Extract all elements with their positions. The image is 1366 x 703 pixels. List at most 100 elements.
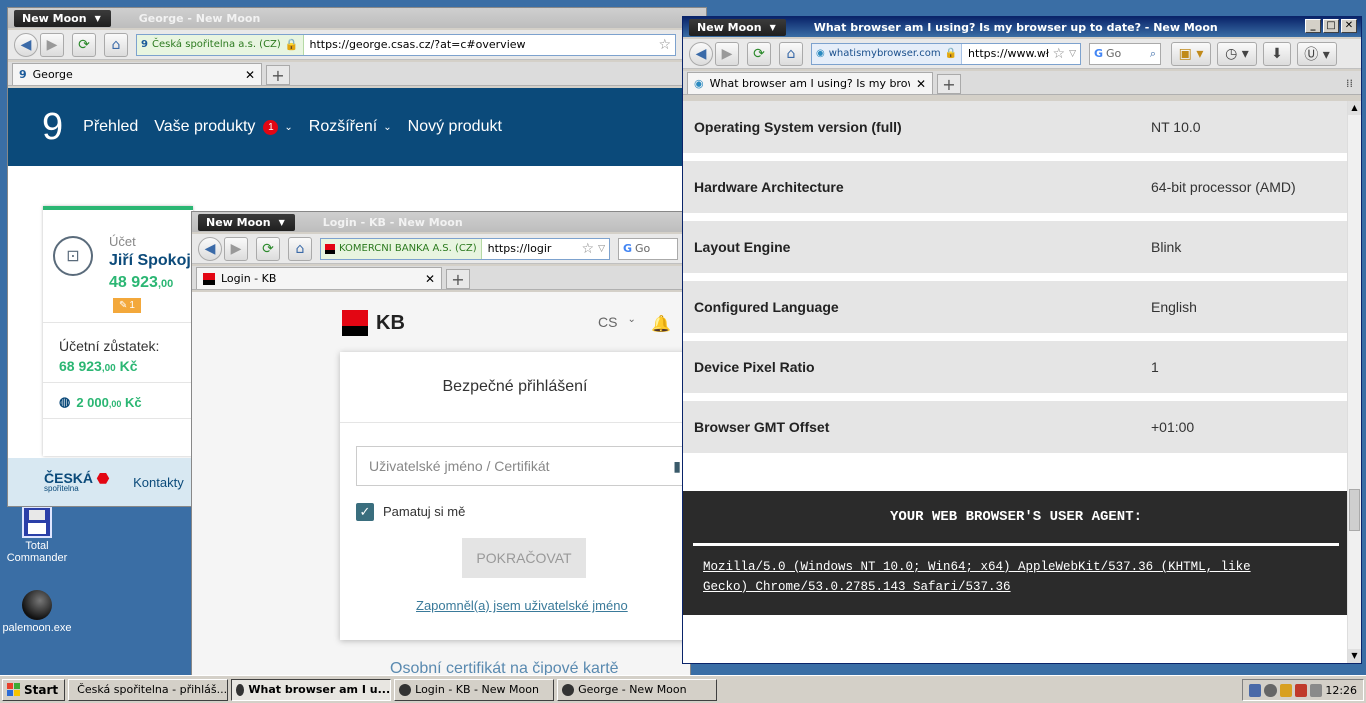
certificate-file-icon[interactable]: ▮	[673, 458, 681, 475]
app-menu-button[interactable]: New Moon ▼	[14, 9, 111, 27]
windows-logo-icon	[7, 683, 20, 696]
close-tab-icon[interactable]: ✕	[425, 272, 435, 286]
system-tray: 12:26	[1242, 679, 1364, 701]
taskbar-item-what-browser[interactable]: What browser am I u...	[231, 678, 392, 701]
chevron-down-icon: ⌄	[627, 314, 636, 325]
desktop-icon-total-commander[interactable]: Total Commander	[0, 506, 77, 564]
forward-button[interactable]: ▶	[40, 32, 64, 57]
user-agent-string[interactable]: Mozilla/5.0 (Windows NT 10.0; Win64; x64…	[703, 557, 1329, 597]
start-button[interactable]: Start	[2, 678, 66, 701]
language-selector[interactable]: CS ⌄	[598, 314, 636, 330]
reload-button[interactable]: ⟳	[72, 32, 96, 57]
certificate-text[interactable]: Osobní certifikát na čipové kartě	[390, 660, 619, 675]
wmb-titlebar[interactable]: New Moon ▼ What browser am I using? Is my…	[683, 17, 1361, 37]
kb-page: KB CS ⌄ 🔔 Bezpečné přihlášení Uživatelsk…	[192, 292, 690, 675]
tab-list-icon[interactable]: ⁞⁞	[1346, 77, 1353, 90]
kb-titlebar[interactable]: New Moon ▼ Login - KB - New Moon	[192, 212, 690, 232]
volume-icon[interactable]	[1310, 683, 1323, 697]
savings-amount[interactable]: ◍ 2 000,00 Kč	[59, 394, 142, 410]
back-button[interactable]: ◀	[689, 41, 713, 66]
bell-icon[interactable]: 🔔	[651, 314, 671, 334]
nav-products[interactable]: Vaše produkty 1 ⌄	[154, 118, 292, 136]
close-tab-icon[interactable]: ✕	[245, 68, 255, 82]
home-button[interactable]: ⌂	[104, 32, 128, 57]
site-identity[interactable]: ◉ whatismybrowser.com 🔒	[812, 43, 963, 64]
taskbar-item-login-kb[interactable]: Login - KB - New Moon	[394, 678, 555, 701]
scroll-thumb[interactable]	[1349, 489, 1360, 531]
minimize-button[interactable]: _	[1305, 19, 1321, 33]
site-identity[interactable]: 9 Česká spořitelna a.s. (CZ) 🔒	[137, 34, 304, 55]
update-icon[interactable]	[1264, 683, 1277, 697]
dropdown-arrow-icon[interactable]: ▽	[598, 244, 605, 254]
george-favicon-icon: 9	[141, 39, 148, 50]
vertical-scrollbar[interactable]: ▲ ▼	[1347, 101, 1361, 663]
caret-down-icon: ▼	[278, 217, 285, 227]
wmb-url-bar[interactable]: ◉ whatismybrowser.com 🔒 https://www.wł ☆…	[811, 42, 1081, 65]
username-field[interactable]: Uživatelské jméno / Certifikát ▮	[356, 446, 690, 486]
site-identity[interactable]: KOMERCNI BANKA A.S. (CZ)	[321, 238, 482, 259]
addon-button[interactable]: Ⓤ ▾	[1297, 41, 1337, 66]
bookmark-star-icon[interactable]: ☆	[658, 37, 671, 53]
home-button[interactable]: ⌂	[779, 41, 803, 66]
dropdown-arrow-icon[interactable]: ▽	[1069, 49, 1076, 59]
close-tab-icon[interactable]: ✕	[916, 77, 926, 91]
app-menu-button[interactable]: New Moon ▼	[198, 213, 295, 231]
george-url-bar[interactable]: 9 Česká spořitelna a.s. (CZ) 🔒 https://g…	[136, 33, 676, 56]
search-icon[interactable]: ⌕	[1150, 47, 1156, 61]
contacts-link[interactable]: Kontakty	[133, 475, 184, 490]
login-title: Bezpečné přihlášení	[442, 378, 588, 395]
desktop-icon-palemoon[interactable]: palemoon.exe	[0, 590, 77, 634]
kb-search-box[interactable]: G Go	[618, 237, 678, 260]
tab-login-kb[interactable]: Login - KB ✕	[196, 267, 442, 289]
bookmark-star-icon[interactable]: ☆	[1053, 46, 1066, 62]
arrow-right-icon: ▶	[230, 240, 242, 257]
moon-icon	[399, 683, 412, 696]
security-icon[interactable]	[1294, 683, 1308, 697]
forward-button[interactable]: ▶	[224, 236, 248, 261]
network-icon[interactable]	[1249, 683, 1262, 697]
new-tab-button[interactable]: +	[937, 74, 961, 94]
nav-extensions[interactable]: Rozšíření ⌄	[309, 118, 392, 136]
money-icon: ⊡	[53, 236, 93, 276]
antivirus-icon[interactable]	[1279, 683, 1292, 697]
maximize-button[interactable]: □	[1323, 19, 1339, 33]
george-logo[interactable]: 9	[42, 106, 63, 149]
account-card[interactable]: ⊡ Účet Jiří Spokoj 48 923,00 ✎ 1 Účetní z…	[43, 206, 193, 456]
divider	[340, 422, 690, 423]
continue-button[interactable]: POKRAČOVAT	[462, 538, 586, 578]
edit-badge[interactable]: ✎ 1	[113, 298, 141, 313]
clock[interactable]: 12:26	[1325, 684, 1357, 697]
close-button[interactable]: ✕	[1341, 19, 1357, 33]
taskbar-item-george[interactable]: George - New Moon	[557, 678, 718, 701]
window-title: George - New Moon	[138, 11, 261, 25]
back-button[interactable]: ◀	[198, 236, 222, 261]
new-tab-button[interactable]: +	[446, 269, 470, 289]
kb-logo[interactable]: KB	[342, 310, 405, 336]
home-button[interactable]: ⌂	[288, 236, 312, 261]
george-titlebar[interactable]: New Moon ▼ George - New Moon	[8, 8, 706, 28]
kb-url-bar[interactable]: KOMERCNI BANKA A.S. (CZ) https://logir ☆…	[320, 237, 610, 260]
bookmark-star-icon[interactable]: ☆	[582, 241, 595, 257]
forgot-username-link[interactable]: Zapomněl(a) jsem uživatelské jméno	[416, 598, 628, 613]
tab-what-browser[interactable]: ◉ What browser am I using? Is my browser…	[687, 72, 933, 94]
new-tab-button[interactable]: +	[266, 65, 290, 85]
app-menu-button[interactable]: New Moon ▼	[689, 18, 786, 36]
back-button[interactable]: ◀	[14, 32, 38, 57]
reload-button[interactable]: ⟳	[256, 236, 280, 261]
scroll-down-button[interactable]: ▼	[1348, 649, 1361, 663]
tab-george[interactable]: 9 George ✕	[12, 63, 262, 85]
remember-checkbox[interactable]: ✓	[356, 503, 374, 521]
wmb-search-box[interactable]: G Go ⌕	[1089, 42, 1161, 65]
lock-icon: 🔒	[944, 48, 958, 59]
cs-logo-mark-icon: ⬣	[96, 470, 110, 486]
nav-overview[interactable]: Přehled	[83, 118, 138, 136]
downloads-button[interactable]: ⬇	[1263, 41, 1291, 66]
nav-new-product[interactable]: Nový produkt	[408, 118, 502, 136]
bookmarks-button[interactable]: ▣ ▾	[1171, 41, 1211, 66]
scroll-up-button[interactable]: ▲	[1348, 101, 1361, 115]
moon-icon	[22, 590, 52, 620]
reload-button[interactable]: ⟳	[747, 41, 771, 66]
taskbar-item-ceska-sporitelna[interactable]: Česká spořitelna - přihláš...	[68, 678, 229, 701]
forward-button[interactable]: ▶	[715, 41, 739, 66]
history-button[interactable]: ◷ ▾	[1217, 41, 1257, 66]
